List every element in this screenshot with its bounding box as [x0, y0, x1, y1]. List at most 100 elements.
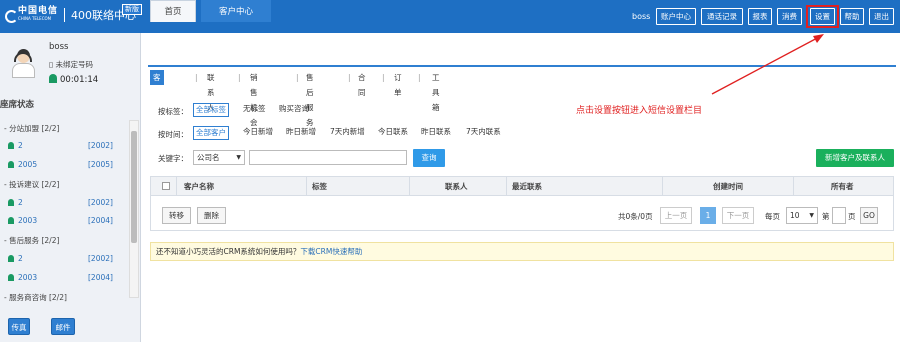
- fax-button[interactable]: 传真: [8, 318, 30, 335]
- tree-item[interactable]: 2005: [8, 160, 37, 169]
- time-today-new[interactable]: 今日新增: [241, 126, 275, 140]
- logo-cn-text: 中国电信: [18, 6, 59, 16]
- tree-item[interactable]: 2: [8, 254, 23, 263]
- chevron-down-icon: ▼: [809, 212, 814, 219]
- user-icon: [8, 274, 14, 281]
- phone-status-text: 未绑定号码: [55, 60, 94, 69]
- help-banner: 还不知道小巧灵活的CRM系统如何使用吗？下载CRM快速帮助: [150, 242, 894, 261]
- logo-en-text: CHINA TELECOM: [18, 16, 52, 21]
- tree-item-code: [2005]: [88, 160, 113, 169]
- sidebar-scrollbar[interactable]: [129, 120, 139, 298]
- logout-button[interactable]: 退出: [869, 8, 894, 25]
- subnav-orders[interactable]: 订单: [394, 70, 402, 97]
- tree-group-provider[interactable]: - 服务商咨询 [2/2]: [4, 292, 67, 303]
- agent-avatar: [8, 46, 38, 80]
- account-center-button[interactable]: 账户中心: [656, 8, 696, 25]
- china-telecom-logo-icon: [4, 8, 18, 23]
- chevron-down-icon: ▼: [236, 154, 241, 161]
- tree-group-complaints[interactable]: - 投诉建议 [2/2]: [4, 179, 59, 190]
- select-all-checkbox[interactable]: [162, 182, 170, 190]
- tree-item-code: [2002]: [88, 254, 113, 263]
- per-page-label: 每页: [765, 212, 780, 221]
- user-icon: [8, 142, 14, 149]
- col-customer-name[interactable]: 客户名称: [184, 177, 214, 196]
- col-contact[interactable]: 联系人: [445, 177, 468, 196]
- agent-status-title: 座席状态: [0, 100, 35, 110]
- tree-item[interactable]: 2003: [8, 273, 37, 282]
- tree-item[interactable]: 2: [8, 141, 23, 150]
- time-7days-new[interactable]: 7天内新增: [328, 126, 367, 140]
- subnav-aftersales[interactable]: 售后服务: [306, 70, 314, 127]
- time-yesterday-new[interactable]: 昨日新增: [284, 126, 318, 140]
- customer-table: 客户名称 标签 联系人 最近联系 创建时间 所有者 转移 删除 共0条/0页 上…: [150, 176, 894, 231]
- subnav-sales-opps[interactable]: 销售机会: [250, 70, 258, 127]
- col-tag[interactable]: 标签: [312, 177, 327, 196]
- page-summary: 共0条/0页: [618, 212, 653, 221]
- page-1-button[interactable]: 1: [700, 207, 716, 224]
- tree-item-code: [2004]: [88, 216, 113, 225]
- logo: 中国电信 CHINA TELECOM 400联络中心: [4, 7, 136, 23]
- subnav-toolbox[interactable]: 工具箱: [432, 70, 440, 112]
- goto-label: 第: [822, 212, 830, 221]
- keyword-input[interactable]: [249, 150, 407, 165]
- tag-purchase-inquiry[interactable]: 购买咨询: [277, 103, 311, 117]
- tab-customer-center[interactable]: 客户中心: [201, 0, 271, 22]
- tree-item[interactable]: 2003: [8, 216, 37, 225]
- time-today-contact[interactable]: 今日联系: [376, 126, 410, 140]
- mail-button[interactable]: 邮件: [51, 318, 75, 335]
- keyword-label: 关键字：: [158, 154, 188, 163]
- scrollbar-thumb[interactable]: [131, 131, 137, 243]
- goto-suffix: 页: [848, 212, 856, 221]
- subnav-contracts[interactable]: 合同: [358, 70, 366, 97]
- billing-button[interactable]: 消费: [777, 8, 802, 25]
- tree-item[interactable]: 2: [8, 198, 23, 207]
- user-icon: [8, 217, 14, 224]
- phone-icon: ▯: [49, 60, 54, 69]
- transfer-button[interactable]: 转移: [162, 207, 191, 224]
- header-username: boss: [632, 12, 651, 21]
- tree-item-code: [2004]: [88, 273, 113, 282]
- delete-button[interactable]: 删除: [197, 207, 226, 224]
- tag-all[interactable]: 全部标签: [193, 103, 229, 117]
- subnav-contacts[interactable]: 联系人: [207, 70, 215, 112]
- tree-group-aftersales[interactable]: - 售后服务 [2/2]: [4, 235, 59, 246]
- add-customer-button[interactable]: 新增客户及联系人: [816, 149, 894, 167]
- version-badge: 新版: [122, 4, 142, 15]
- timer-text: 00:01:14: [60, 75, 99, 85]
- per-page-select[interactable]: 10 ▼: [786, 207, 818, 224]
- user-icon: [8, 199, 14, 206]
- search-button[interactable]: 查询: [413, 149, 445, 167]
- sidebar: boss ▯ 未绑定号码 00:01:14 座席状态 - 分站加盟 [2/2] …: [0, 33, 141, 342]
- tree-item-code: [2002]: [88, 198, 113, 207]
- tree-item-code: [2002]: [88, 141, 113, 150]
- help-text: 还不知道小巧灵活的CRM系统如何使用吗？: [156, 247, 301, 256]
- tree-group-franchise[interactable]: - 分站加盟 [2/2]: [4, 123, 59, 134]
- goto-page-input[interactable]: [832, 207, 846, 224]
- help-download-link[interactable]: 下载CRM快速帮助: [300, 247, 362, 256]
- time-all[interactable]: 全部客户: [193, 126, 229, 140]
- tag-filter-label: 按标签：: [158, 107, 188, 116]
- tag-none[interactable]: 无标签: [241, 103, 268, 117]
- user-icon: [8, 161, 14, 168]
- prev-page-button[interactable]: 上一页: [660, 207, 692, 224]
- go-button[interactable]: GO: [860, 207, 878, 224]
- table-header: 客户名称 标签 联系人 最近联系 创建时间 所有者: [151, 177, 893, 196]
- col-created[interactable]: 创建时间: [713, 177, 743, 196]
- subnav-customer-mgmt[interactable]: 客户管理: [150, 70, 164, 127]
- help-button[interactable]: 帮助: [840, 8, 864, 25]
- col-owner[interactable]: 所有者: [831, 177, 854, 196]
- agent-name: boss: [49, 42, 69, 52]
- time-filter-label: 按时间：: [158, 130, 188, 139]
- time-yesterday-contact[interactable]: 昨日联系: [419, 126, 453, 140]
- time-7days-contact[interactable]: 7天内联系: [464, 126, 503, 140]
- next-page-button[interactable]: 下一页: [722, 207, 754, 224]
- agent-status-icon: [49, 74, 57, 83]
- tab-home[interactable]: 首页: [150, 0, 196, 22]
- phone-status: ▯ 未绑定号码: [49, 59, 93, 70]
- reports-button[interactable]: 报表: [748, 8, 772, 25]
- call-timer: 00:01:14: [49, 74, 98, 85]
- annotation-text: 点击设置按钮进入短信设置栏目: [576, 106, 703, 116]
- col-last-contact[interactable]: 最近联系: [512, 177, 542, 196]
- call-records-button[interactable]: 通话记录: [701, 8, 743, 25]
- keyword-field-select[interactable]: 公司名 ▼: [193, 150, 245, 165]
